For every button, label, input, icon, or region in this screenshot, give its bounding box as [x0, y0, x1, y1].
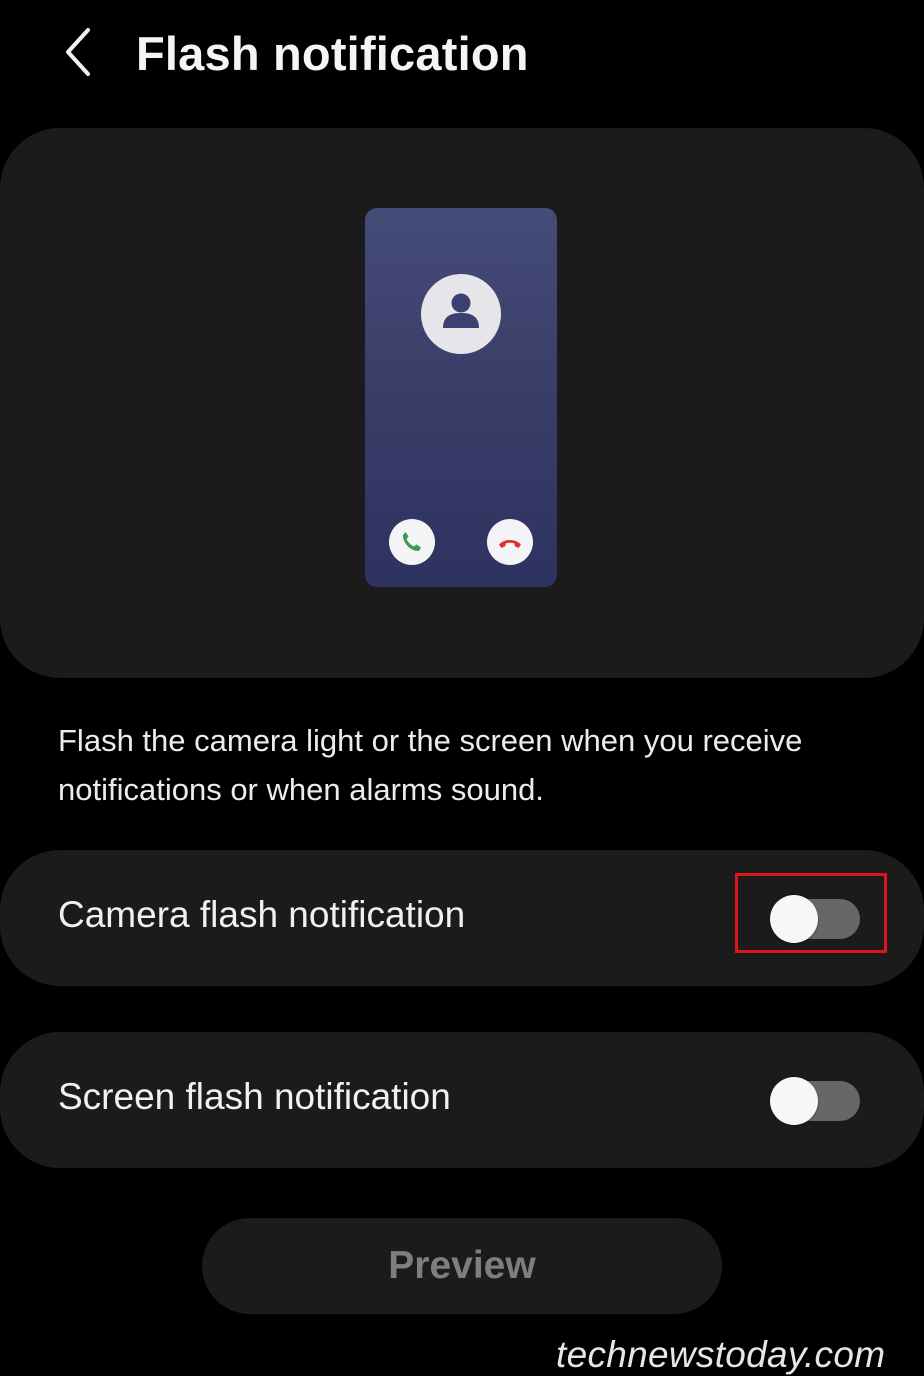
avatar	[421, 274, 501, 354]
camera-flash-notification-label: Camera flash notification	[58, 894, 466, 935]
person-icon	[443, 293, 479, 328]
chevron-left-icon	[66, 28, 90, 76]
page-title: Flash notification	[136, 27, 529, 80]
screen-flash-notification-label: Screen flash notification	[58, 1076, 451, 1117]
preview-button[interactable]: Preview	[202, 1218, 722, 1314]
watermark: technewstoday.com	[556, 1334, 886, 1375]
call-decline-button	[487, 519, 533, 565]
screen-flash-notification-row[interactable]: Screen flash notification	[0, 1032, 924, 1168]
illustration-card	[0, 128, 924, 678]
screen-flash-notification-toggle[interactable]	[770, 1077, 860, 1125]
call-accept-button	[389, 519, 435, 565]
phone-illustration	[365, 208, 557, 587]
camera-flash-notification-row[interactable]: Camera flash notification	[0, 850, 924, 986]
toggle-thumb	[770, 1077, 818, 1125]
app-header: Flash notification	[0, 0, 924, 110]
back-button[interactable]	[50, 22, 106, 82]
phone-accept-icon	[402, 532, 421, 552]
feature-description: Flash the camera light or the screen whe…	[58, 723, 803, 807]
camera-flash-notification-toggle[interactable]	[770, 895, 860, 943]
phone-decline-icon	[499, 540, 521, 548]
toggle-thumb	[770, 895, 818, 943]
